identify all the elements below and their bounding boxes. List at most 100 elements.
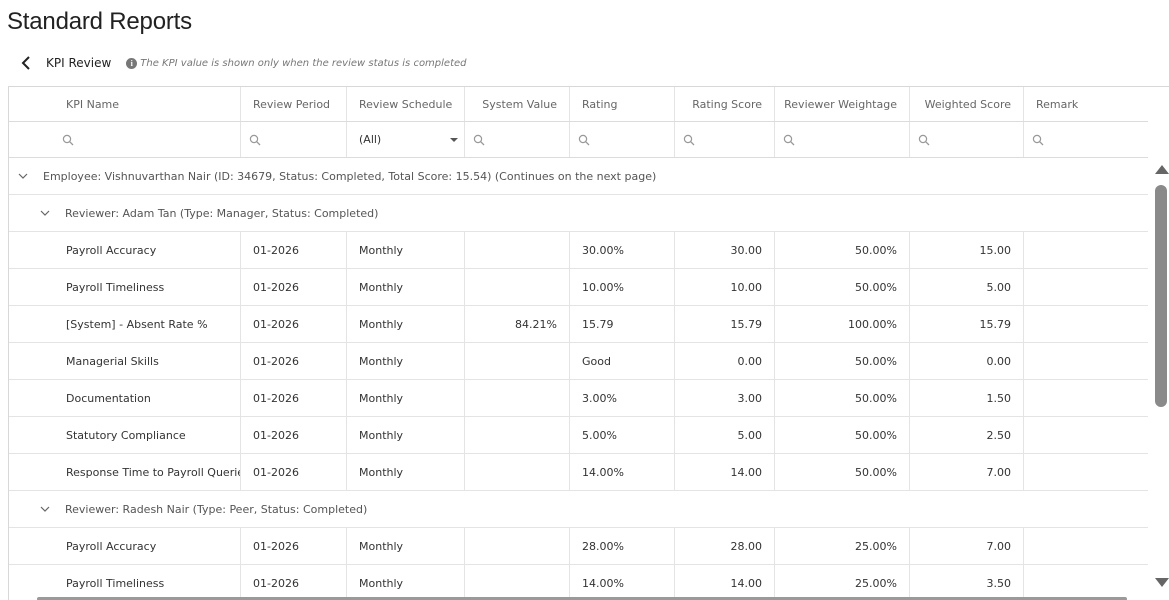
cell-weighted-score: 15.79 [910, 306, 1024, 342]
cell-review-period: 01-2026 [241, 232, 347, 268]
column-header-label: KPI Name [66, 97, 120, 111]
search-icon [683, 134, 695, 145]
column-header-system-value[interactable]: System Value [465, 87, 570, 121]
cell-reviewer-weightage: 50.00% [775, 454, 910, 490]
table-row[interactable]: [System] - Absent Rate % 01-2026 Monthly… [9, 306, 1148, 343]
filter-reviewer-weightage[interactable] [775, 122, 910, 157]
cell-system-value [465, 232, 570, 268]
chevron-down-icon[interactable] [40, 504, 50, 514]
column-header-label: Rating Score [692, 97, 762, 111]
cell-rating: 15.79 [570, 306, 675, 342]
search-icon [783, 134, 795, 145]
cell-rating-score: 14.00 [675, 454, 775, 490]
vertical-scroll-thumb[interactable] [1155, 185, 1167, 407]
cell-remark [1024, 232, 1148, 268]
column-header-review-period[interactable]: Review Period [241, 87, 347, 121]
filter-system-value[interactable] [465, 122, 570, 157]
cell-review-schedule: Monthly [347, 380, 465, 416]
cell-rating: Good [570, 343, 675, 379]
column-header-label: Reviewer Weightage [784, 97, 897, 111]
filter-weighted-score[interactable] [910, 122, 1024, 157]
review-schedule-selected: (All) [359, 133, 382, 146]
cell-weighted-score: 5.00 [910, 269, 1024, 305]
column-header-label: System Value [482, 97, 557, 111]
horizontal-scrollbar[interactable] [9, 595, 1169, 600]
chevron-down-icon[interactable] [40, 208, 50, 218]
grid-filter-row: (All) [9, 122, 1148, 158]
cell-reviewer-weightage: 50.00% [775, 269, 910, 305]
info-icon: i [126, 57, 138, 69]
filter-remark[interactable] [1024, 122, 1148, 157]
column-header-rating[interactable]: Rating [570, 87, 675, 121]
cell-remark [1024, 306, 1148, 342]
cell-remark [1024, 343, 1148, 379]
table-row[interactable]: Managerial Skills 01-2026 Monthly Good 0… [9, 343, 1148, 380]
cell-weighted-score: 0.00 [910, 343, 1024, 379]
cell-review-schedule: Monthly [347, 343, 465, 379]
reviewer-group-row[interactable]: Reviewer: Radesh Nair (Type: Peer, Statu… [9, 491, 1148, 528]
cell-rating-score: 15.79 [675, 306, 775, 342]
column-header-label: Remark [1036, 97, 1079, 111]
scroll-up-icon[interactable] [1155, 165, 1169, 174]
search-icon [62, 134, 74, 145]
cell-review-schedule: Monthly [347, 306, 465, 342]
table-row[interactable]: Response Time to Payroll Queries 01-2026… [9, 454, 1148, 491]
cell-review-period: 01-2026 [241, 417, 347, 453]
cell-system-value [465, 528, 570, 564]
cell-remark [1024, 417, 1148, 453]
cell-rating: 30.00% [570, 232, 675, 268]
cell-review-schedule: Monthly [347, 454, 465, 490]
cell-system-value [465, 269, 570, 305]
column-header-kpi-name[interactable]: KPI Name [9, 87, 241, 121]
back-button[interactable] [17, 53, 35, 73]
report-subheader: KPI Review i The KPI value is shown only… [17, 53, 467, 73]
filter-review-period[interactable] [241, 122, 347, 157]
column-header-label: Review Period [253, 97, 331, 111]
column-header-weighted-score[interactable]: Weighted Score [910, 87, 1024, 121]
table-row[interactable]: Payroll Timeliness 01-2026 Monthly 10.00… [9, 269, 1148, 306]
cell-remark [1024, 454, 1148, 490]
filter-review-schedule-select[interactable]: (All) [347, 122, 465, 157]
report-title: KPI Review [46, 56, 112, 70]
table-row[interactable]: Payroll Accuracy 01-2026 Monthly 28.00% … [9, 528, 1148, 565]
cell-review-period: 01-2026 [241, 306, 347, 342]
chevron-left-icon [21, 56, 30, 70]
table-row[interactable]: Statutory Compliance 01-2026 Monthly 5.0… [9, 417, 1148, 454]
cell-rating: 10.00% [570, 269, 675, 305]
column-header-reviewer-weightage[interactable]: Reviewer Weightage [775, 87, 910, 121]
cell-review-period: 01-2026 [241, 380, 347, 416]
filter-rating-score[interactable] [675, 122, 775, 157]
cell-kpi-name: Payroll Accuracy [9, 232, 241, 268]
table-row[interactable]: Documentation 01-2026 Monthly 3.00% 3.00… [9, 380, 1148, 417]
employee-group-row[interactable]: Employee: Vishnuvarthan Nair (ID: 34679,… [9, 158, 1148, 195]
cell-rating-score: 28.00 [675, 528, 775, 564]
vertical-scrollbar[interactable] [1152, 165, 1169, 600]
column-header-review-schedule[interactable]: Review Schedule [347, 87, 465, 121]
cell-reviewer-weightage: 50.00% [775, 232, 910, 268]
table-row[interactable]: Payroll Accuracy 01-2026 Monthly 30.00% … [9, 232, 1148, 269]
filter-rating[interactable] [570, 122, 675, 157]
cell-kpi-name: [System] - Absent Rate % [9, 306, 241, 342]
column-header-label: Weighted Score [924, 97, 1011, 111]
cell-kpi-name: Payroll Timeliness [9, 269, 241, 305]
reviewer-group-row[interactable]: Reviewer: Adam Tan (Type: Manager, Statu… [9, 195, 1148, 232]
reviewer-group-content: Reviewer: Adam Tan (Type: Manager, Statu… [40, 195, 378, 231]
cell-kpi-name: Payroll Accuracy [9, 528, 241, 564]
cell-rating: 3.00% [570, 380, 675, 416]
cell-rating: 5.00% [570, 417, 675, 453]
column-header-remark[interactable]: Remark [1024, 87, 1148, 121]
cell-remark [1024, 528, 1148, 564]
cell-system-value [465, 343, 570, 379]
cell-weighted-score: 7.00 [910, 454, 1024, 490]
cell-weighted-score: 1.50 [910, 380, 1024, 416]
column-header-rating-score[interactable]: Rating Score [675, 87, 775, 121]
cell-kpi-name: Documentation [9, 380, 241, 416]
cell-review-period: 01-2026 [241, 343, 347, 379]
filter-kpi-name[interactable] [9, 122, 241, 157]
search-icon [918, 134, 930, 145]
chevron-down-icon[interactable] [18, 171, 28, 181]
reviewer-group-label: Reviewer: Adam Tan (Type: Manager, Statu… [65, 206, 379, 220]
cell-review-schedule: Monthly [347, 417, 465, 453]
cell-rating-score: 3.00 [675, 380, 775, 416]
scroll-down-icon[interactable] [1155, 578, 1169, 587]
